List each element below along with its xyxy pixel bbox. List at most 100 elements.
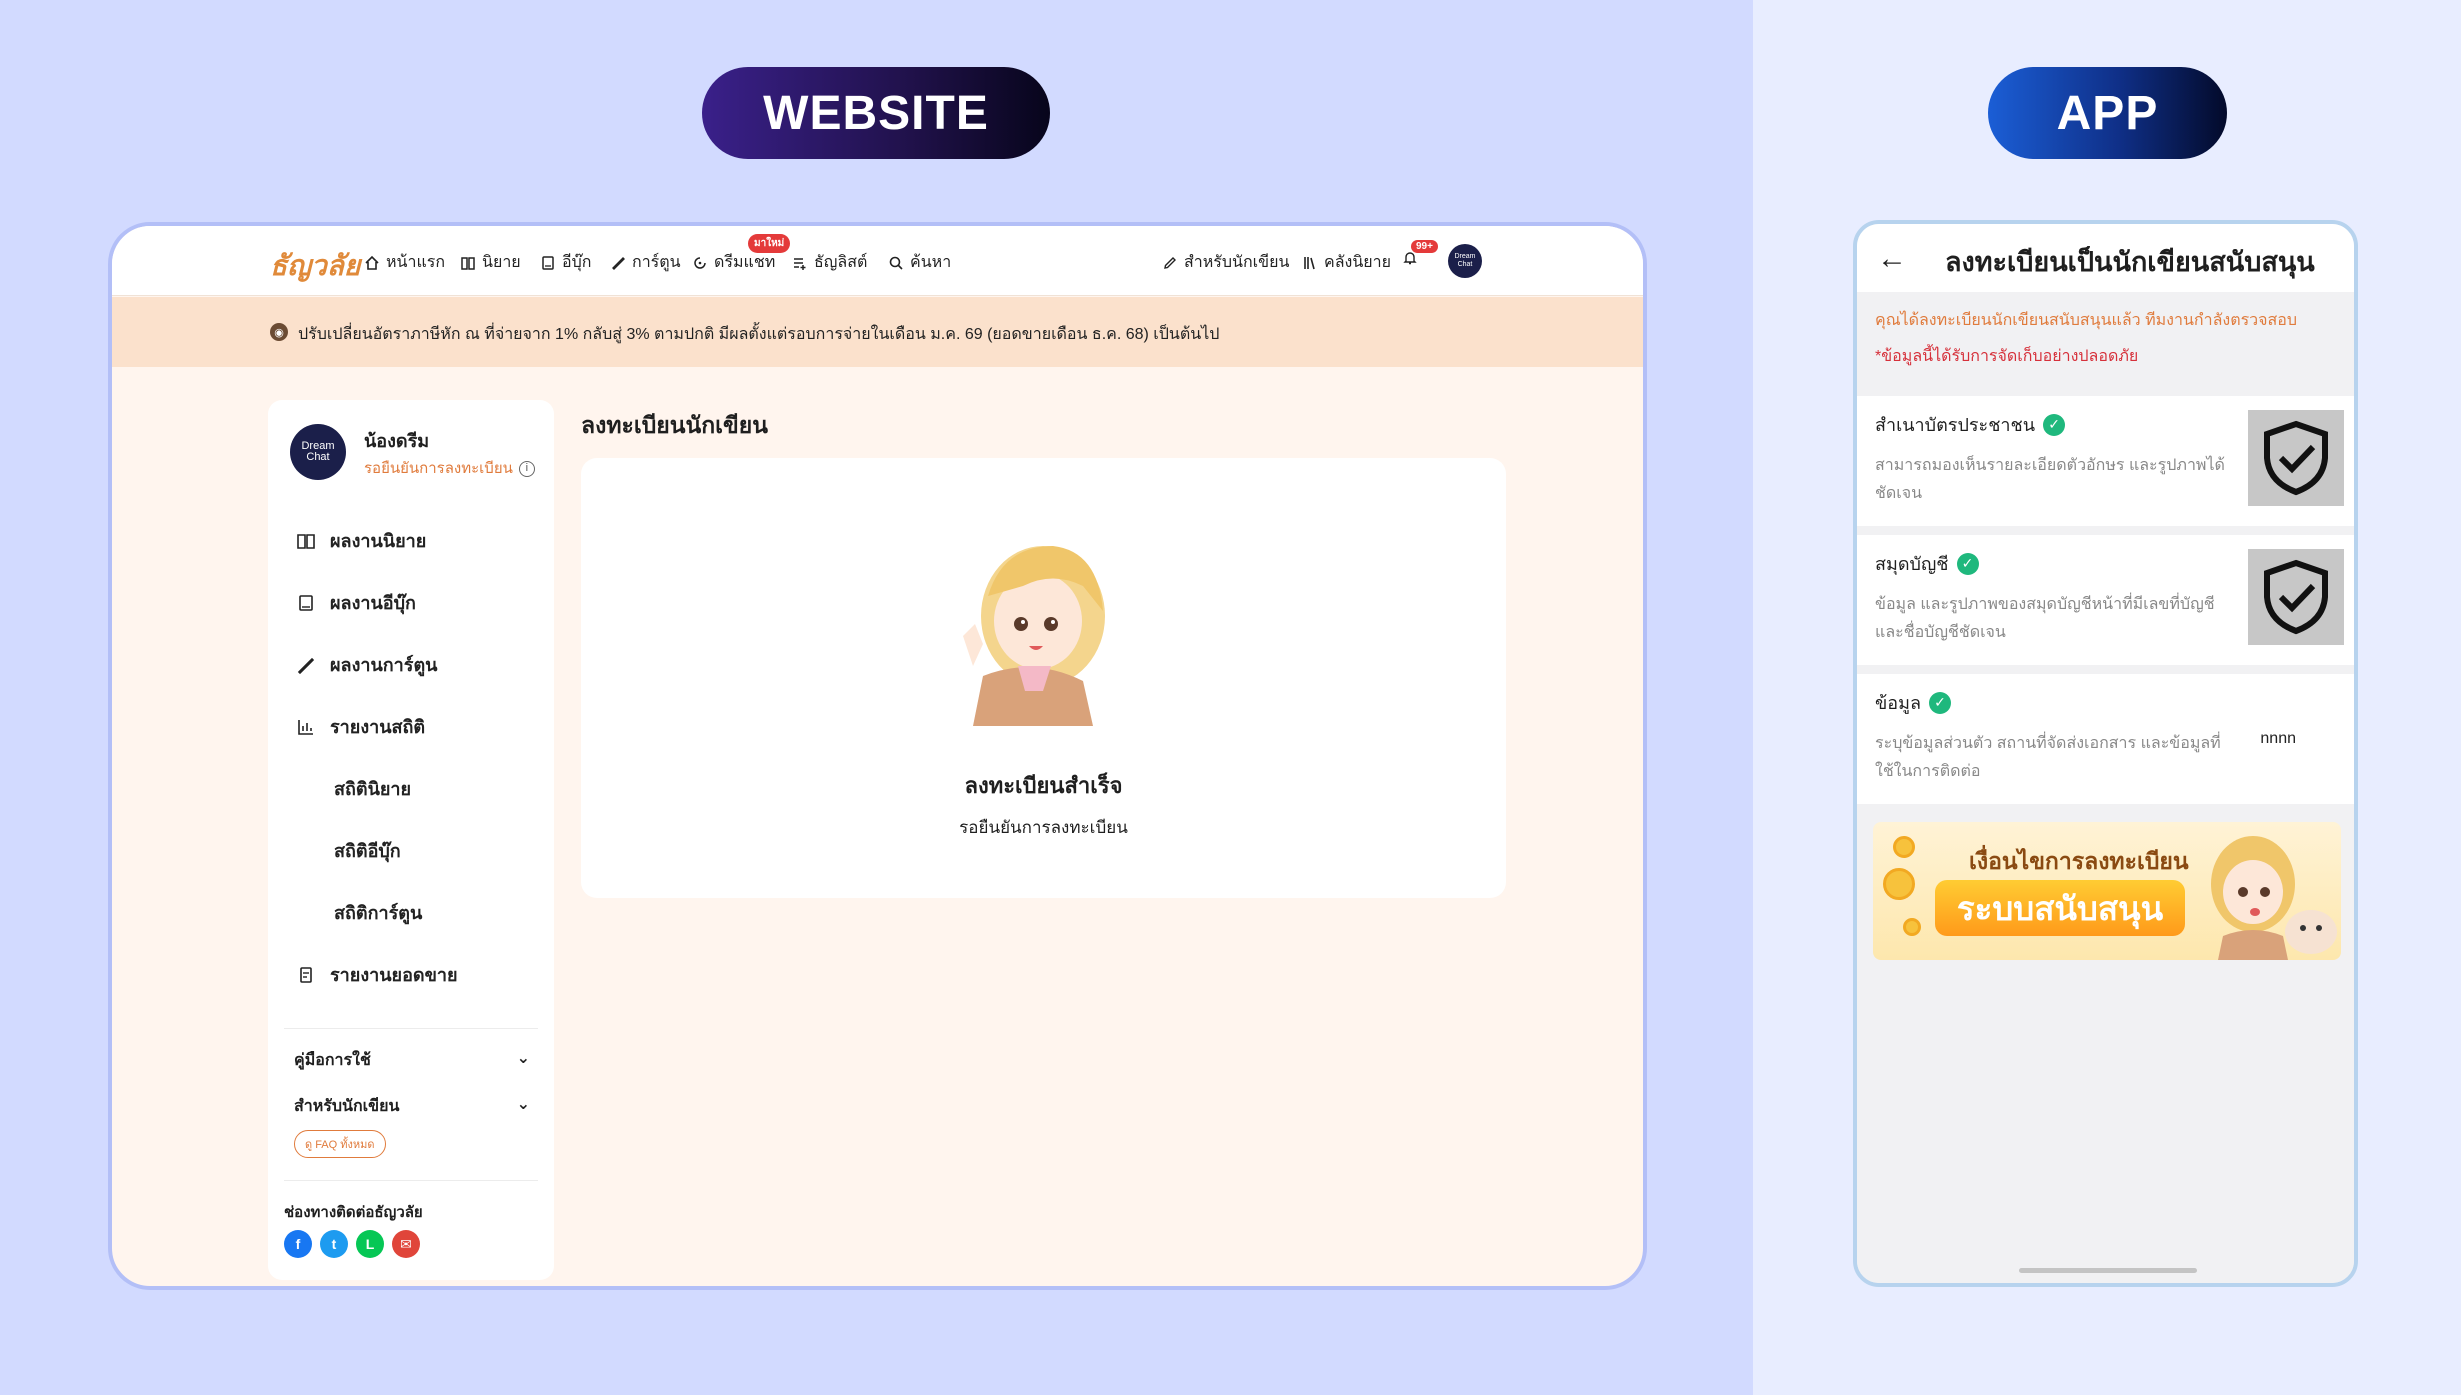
new-badge: มาใหม่ — [748, 234, 791, 253]
home-icon — [365, 255, 379, 270]
check-circle-icon: ✓ — [1929, 691, 1952, 714]
sidebar-item-label: ผลงานการ์ตูน — [330, 655, 438, 675]
sidebar-divider — [284, 1028, 538, 1029]
row-id-card[interactable]: สำเนาบัตรประชาชน ✓ สามารถมองเห็นรายละเอี… — [1857, 396, 2354, 526]
nav-tanyalist-label: ธัญลิสต์ — [814, 254, 868, 271]
nav-for-writer-label: สำหรับนักเขียน — [1184, 254, 1290, 271]
row-description: ระบุข้อมูลส่วนตัว สถานที่จัดส่งเอกสาร แล… — [1875, 735, 2221, 780]
twitter-icon[interactable]: t — [320, 1230, 348, 1258]
coin-icon — [1903, 918, 1921, 936]
sidebar-subitem-ebook-stats[interactable]: สถิติอีบุ๊ก — [334, 836, 401, 865]
shield-check-icon — [2264, 559, 2328, 635]
row-title-text: สมุดบัญชี — [1875, 554, 1949, 574]
notification-count-badge: 99+ — [1411, 240, 1438, 253]
faq-button[interactable]: ดู FAQ ทั้งหมด — [294, 1130, 386, 1158]
row-value: nnnn — [2260, 730, 2296, 747]
megaphone-icon: ◉ — [270, 323, 288, 341]
receipt-icon — [300, 966, 312, 983]
sidebar-item-label: รายงานสถิติ — [330, 717, 426, 737]
nav-cartoon-label: การ์ตูน — [632, 254, 681, 271]
manual-label: คู่มือการใช้ — [294, 1052, 371, 1069]
coin-icon — [1883, 868, 1915, 900]
notice-secure: *ข้อมูลนี้ได้รับการจัดเก็บอย่างปลอดภัย — [1875, 348, 2139, 365]
registration-conditions-banner[interactable]: เงื่อนไขการลงทะเบียน ระบบสนับสนุน — [1873, 822, 2341, 960]
bar-chart-icon — [298, 719, 313, 735]
profile-avatar: Dream Chat — [290, 424, 346, 480]
sidebar-subitem-novel-stats[interactable]: สถิตินิยาย — [334, 774, 411, 803]
sidebar-divider — [284, 1180, 538, 1181]
manual-collapsible[interactable]: คู่มือการใช้ ⌄ — [294, 1048, 530, 1073]
check-circle-icon: ✓ — [1956, 552, 1979, 575]
sidebar-item-label: ผลงานนิยาย — [330, 531, 427, 551]
sidebar-subitem-cartoon-stats[interactable]: สถิติการ์ตูน — [334, 898, 422, 927]
sidebar-item-ebook-works[interactable]: ผลงานอีบุ๊ก — [296, 588, 416, 617]
nav-novel[interactable]: นิยาย — [460, 250, 521, 275]
site-logo[interactable]: ธัญวลัย — [270, 244, 360, 288]
sidebar-item-statistics[interactable]: รายงานสถิติ — [296, 712, 425, 741]
chat-icon — [694, 256, 706, 269]
sidebar-item-novel-works[interactable]: ผลงานนิยาย — [296, 526, 426, 555]
library-icon — [1304, 256, 1315, 269]
sidebar-item-label: รายงานยอดขาย — [330, 965, 458, 985]
shield-check-thumbnail — [2248, 549, 2344, 645]
row-description: ข้อมูล และรูปภาพของสมุดบัญชีหน้าที่มีเลข… — [1875, 596, 2215, 641]
mail-icon[interactable]: ✉ — [392, 1230, 420, 1258]
shield-check-icon — [2264, 420, 2328, 496]
ebook-icon — [299, 594, 313, 611]
ebook-icon — [542, 255, 554, 270]
nav-library-label: คลังนิยาย — [1324, 254, 1391, 271]
nav-dreamchat[interactable]: ดรีมแชท — [692, 250, 775, 275]
back-arrow-icon[interactable]: ← — [1877, 242, 1907, 276]
home-indicator[interactable] — [2019, 1268, 2197, 1273]
announcement-text: ปรับเปลี่ยนอัตราภาษีหัก ณ ที่จ่ายจาก 1% … — [298, 326, 1220, 343]
profile-name: น้องดรีม — [364, 431, 430, 451]
website-window: ธัญวลัย หน้าแรก นิยาย อีบุ๊ก การ์ตูน ดรี… — [108, 222, 1647, 1290]
nav-search-label: ค้นหา — [910, 254, 952, 271]
sidebar-item-label: ผลงานอีบุ๊ก — [330, 593, 416, 613]
success-title: ลงทะเบียนสำเร็จ — [964, 773, 1123, 798]
website-label: WEBSITE — [702, 67, 1050, 159]
info-icon[interactable]: i — [518, 461, 535, 478]
profile-status: รอยืนยันการลงทะเบียน i — [364, 456, 535, 480]
nav-for-writer[interactable]: สำหรับนักเขียน — [1162, 250, 1289, 275]
nav-home[interactable]: หน้าแรก — [364, 250, 445, 275]
book-open-icon — [461, 256, 475, 270]
sidebar-item-sales-report[interactable]: รายงานยอดขาย — [296, 960, 458, 989]
row-title: สมุดบัญชี ✓ — [1875, 549, 1979, 578]
chevron-down-icon: ⌄ — [516, 1096, 530, 1113]
nav-cartoon[interactable]: การ์ตูน — [610, 250, 681, 275]
mascot-illustration — [963, 546, 1105, 726]
nav-dreamchat-label: ดรีมแชท — [714, 254, 776, 271]
row-information[interactable]: ข้อมูล ✓ ระบุข้อมูลส่วนตัว สถานที่จัดส่ง… — [1857, 674, 2354, 804]
for-writer-label: สำหรับนักเขียน — [294, 1098, 400, 1115]
row-description: สามารถมองเห็นรายละเอียดตัวอักษร และรูปภา… — [1875, 457, 2225, 502]
nav-search[interactable]: ค้นหา — [888, 250, 951, 275]
pen-icon — [1164, 256, 1176, 269]
app-notice: คุณได้ลงทะเบียนนักเขียนสนับสนุนแล้ว ทีมง… — [1857, 294, 2354, 394]
writer-sidebar: Dream Chat น้องดรีม รอยืนยันการลงทะเบียน… — [268, 400, 554, 1280]
mascot-illustration — [2211, 836, 2337, 960]
brush-icon — [297, 657, 315, 674]
row-bank-book[interactable]: สมุดบัญชี ✓ ข้อมูล และรูปภาพของสมุดบัญชี… — [1857, 535, 2354, 665]
search-icon — [889, 256, 903, 270]
announcement-bar: ◉ ปรับเปลี่ยนอัตราภาษีหัก ณ ที่จ่ายจาก 1… — [112, 297, 1643, 367]
nav-ebook[interactable]: อีบุ๊ก — [540, 250, 591, 275]
for-writer-collapsible[interactable]: สำหรับนักเขียน ⌄ — [294, 1094, 530, 1119]
app-title: ลงทะเบียนเป็นนักเขียนสนับสนุน — [1945, 247, 2315, 277]
user-avatar[interactable]: Dream Chat — [1448, 244, 1482, 278]
book-open-icon — [297, 533, 315, 549]
app-header: ← ลงทะเบียนเป็นนักเขียนสนับสนุน — [1857, 224, 2354, 292]
sidebar-item-cartoon-works[interactable]: ผลงานการ์ตูน — [296, 650, 437, 679]
contact-heading: ช่องทางติดต่อธัญวลัย — [284, 1204, 423, 1221]
registration-result-card: ลงทะเบียนสำเร็จ รอยืนยันการลงทะเบียน — [581, 458, 1506, 898]
row-title-text: ข้อมูล — [1875, 693, 1922, 713]
nav-tanyalist[interactable]: ธัญลิสต์ — [792, 250, 867, 275]
banner-title: เงื่อนไขการลงทะเบียน — [1969, 848, 2189, 874]
nav-library[interactable]: คลังนิยาย — [1302, 250, 1391, 275]
line-icon[interactable]: L — [356, 1230, 384, 1258]
row-title: ข้อมูล ✓ — [1875, 688, 1952, 717]
nav-novel-label: นิยาย — [482, 254, 521, 271]
facebook-icon[interactable]: f — [284, 1230, 312, 1258]
app-label: APP — [1988, 67, 2227, 159]
nav-home-label: หน้าแรก — [386, 254, 446, 271]
